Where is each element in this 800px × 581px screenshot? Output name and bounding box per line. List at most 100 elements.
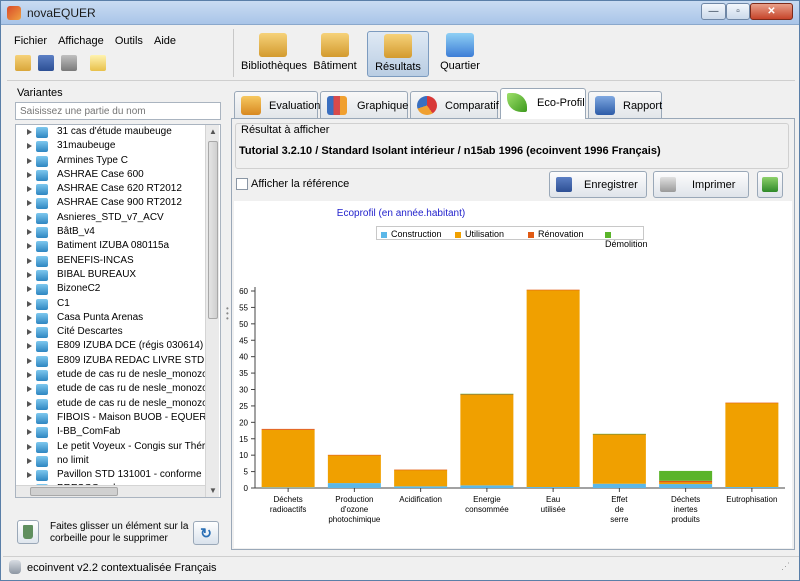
variant-tree-item[interactable]: etude de cas ru de nesle_monozon (16, 368, 220, 382)
refresh-button[interactable]: ↻ (193, 521, 219, 545)
menu-fichier[interactable]: Fichier (11, 31, 50, 51)
status-bar: ecoinvent v2.2 contextualisée Français (3, 556, 799, 578)
expand-arrow-icon[interactable] (27, 386, 32, 393)
variant-tree-item[interactable]: 31maubeuge (16, 139, 220, 153)
expand-arrow-icon[interactable] (27, 343, 32, 350)
scrollbar-thumb[interactable] (208, 141, 218, 319)
menu-aide[interactable]: Aide (151, 31, 179, 51)
library-folder-icon (259, 33, 287, 57)
variant-tree-item[interactable]: 31 cas d'étude maubeuge (16, 125, 220, 139)
menu-outils[interactable]: Outils (112, 31, 146, 51)
maximize-button[interactable]: ▫ (726, 3, 750, 20)
variant-icon (36, 284, 48, 296)
expand-arrow-icon[interactable] (27, 243, 32, 250)
expand-arrow-icon[interactable] (27, 171, 32, 178)
expand-arrow-icon[interactable] (27, 357, 32, 364)
expand-arrow-icon[interactable] (27, 286, 32, 293)
variant-tree-item[interactable]: I-BB_ComFab (16, 425, 220, 439)
variant-tree-item[interactable]: E809 IZUBA DCE (régis 030614) (16, 339, 220, 353)
tab-evaluation[interactable]: Evaluation (234, 91, 320, 118)
save-button[interactable]: Enregistrer (549, 171, 647, 198)
hscrollbar-thumb[interactable] (30, 487, 118, 496)
menu-affichage[interactable]: Affichage (55, 31, 107, 51)
variants-title: Variantes (17, 87, 63, 99)
legend-label: Construction (391, 229, 442, 239)
expand-arrow-icon[interactable] (27, 229, 32, 236)
expand-arrow-icon[interactable] (27, 457, 32, 464)
variant-tree-item[interactable]: Le petit Voyeux - Congis sur Thérou (16, 440, 220, 454)
variant-tree-item[interactable]: ASHRAE Case 600 (16, 168, 220, 182)
variant-tree-item[interactable]: FIBOIS - Maison BUOB - EQUER (16, 411, 220, 425)
worker-icon (241, 96, 261, 115)
variant-tree-item[interactable]: ASHRAE Case 620 RT2012 (16, 182, 220, 196)
variant-tree-item[interactable]: E809 IZUBA REDAC LIVRE STD (16, 354, 220, 368)
print-button[interactable]: Imprimer (653, 171, 749, 198)
expand-arrow-icon[interactable] (27, 186, 32, 193)
toolbar-quartier[interactable]: Quartier (437, 31, 483, 77)
variant-icon (36, 470, 48, 482)
variant-icon (36, 327, 48, 339)
variant-tree-item[interactable]: Casa Punta Arenas (16, 311, 220, 325)
legend-item: Rénovation (528, 229, 584, 239)
tab-rapport[interactable]: Rapport (588, 91, 662, 118)
open-folder-icon[interactable] (15, 55, 31, 71)
minimize-button[interactable]: — (701, 3, 726, 20)
tab-label: Eco-Profil (537, 97, 585, 109)
printer-icon (660, 177, 676, 192)
expand-arrow-icon[interactable] (27, 414, 32, 421)
variant-label: Le petit Voyeux - Congis sur Thérou (57, 440, 217, 452)
variant-label: ASHRAE Case 620 RT2012 (57, 183, 182, 195)
save-icon[interactable] (38, 55, 55, 71)
variant-icon (36, 312, 48, 324)
close-button[interactable]: ✕ (750, 3, 793, 20)
tab-label: Rapport (623, 100, 663, 112)
tree-horizontal-scrollbar[interactable] (16, 485, 205, 497)
variant-tree-item[interactable]: no limit (16, 454, 220, 468)
tools-icon[interactable] (61, 55, 78, 71)
variant-tree-item[interactable]: C1 (16, 297, 220, 311)
variant-search-input[interactable] (15, 102, 221, 120)
variant-icon (36, 398, 48, 410)
tab-graphique[interactable]: Graphique (320, 91, 408, 118)
expand-arrow-icon[interactable] (27, 472, 32, 479)
tab-eco-profil[interactable]: Eco-Profil (500, 88, 586, 119)
toolbar-batiment[interactable]: Bâtiment (311, 31, 359, 77)
variant-tree-item[interactable]: Batiment IZUBA 080115a (16, 239, 220, 253)
variant-icon (36, 341, 48, 353)
new-document-icon[interactable] (90, 55, 107, 71)
expand-arrow-icon[interactable] (27, 314, 32, 321)
toolbar-bibliotheques[interactable]: Bibliothèques (241, 31, 307, 77)
variant-tree-item[interactable]: BIBAL BUREAUX (16, 268, 220, 282)
scroll-up-icon[interactable]: ▲ (209, 127, 217, 136)
toolbar-resultats[interactable]: Résultats (367, 31, 429, 77)
export-excel-button[interactable] (757, 171, 783, 198)
expand-arrow-icon[interactable] (27, 271, 32, 278)
variant-tree-item[interactable]: BizoneC2 (16, 282, 220, 296)
variant-tree-item[interactable]: BâtB_v4 (16, 225, 220, 239)
variant-tree-item[interactable]: etude de cas ru de nesle_monozon (16, 382, 220, 396)
expand-arrow-icon[interactable] (27, 429, 32, 436)
variant-tree-item[interactable]: BENEFIS-INCAS (16, 254, 220, 268)
tab-comparatif[interactable]: Comparatif (410, 91, 499, 118)
expand-arrow-icon[interactable] (27, 443, 32, 450)
variant-tree-item[interactable]: etude de cas ru de nesle_monozon (16, 397, 220, 411)
expand-arrow-icon[interactable] (27, 400, 32, 407)
expand-arrow-icon[interactable] (27, 200, 32, 207)
variant-tree-item[interactable]: Pavillon STD 131001 - conforme RT (16, 468, 220, 482)
expand-arrow-icon[interactable] (27, 157, 32, 164)
trash-bin[interactable] (17, 520, 39, 544)
expand-arrow-icon[interactable] (27, 143, 32, 150)
variant-tree-item[interactable]: Armines Type C (16, 154, 220, 168)
tree-vertical-scrollbar[interactable]: ▲ ▼ (205, 125, 219, 497)
show-reference-checkbox[interactable] (236, 178, 248, 190)
report-book-icon (595, 96, 615, 115)
variant-tree-item[interactable]: Cité Descartes (16, 325, 220, 339)
resize-grip-icon[interactable]: ⋰ (781, 561, 795, 575)
expand-arrow-icon[interactable] (27, 329, 32, 336)
expand-arrow-icon[interactable] (27, 300, 32, 307)
expand-arrow-icon[interactable] (27, 257, 32, 264)
expand-arrow-icon[interactable] (27, 372, 32, 379)
expand-arrow-icon[interactable] (27, 129, 32, 135)
scroll-down-icon[interactable]: ▼ (209, 486, 217, 495)
panel-splitter[interactable]: • • • (226, 305, 230, 323)
